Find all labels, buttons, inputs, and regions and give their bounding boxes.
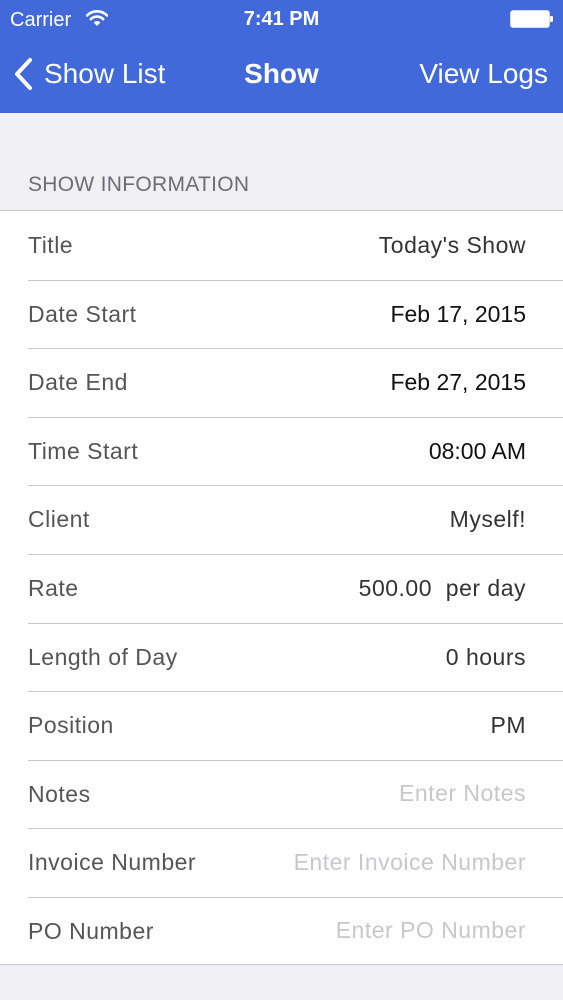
position-row[interactable]: Position PM <box>0 691 563 760</box>
date-start-label: Date Start <box>28 300 137 327</box>
length-of-day-row[interactable]: Length of Day 0 hours <box>0 622 563 692</box>
status-bar: Carrier 7:41 PM <box>0 0 563 38</box>
invoice-number-row: Invoice Number <box>0 828 563 897</box>
po-number-row: PO Number <box>0 896 563 966</box>
notes-input[interactable] <box>226 773 526 814</box>
title-row[interactable]: Title Today's Show <box>0 211 563 280</box>
time-start-row[interactable]: Time Start 08:00 AM <box>0 416 563 486</box>
title-value: Today's Show <box>378 232 526 258</box>
invoice-number-input[interactable] <box>226 842 526 883</box>
section-header: SHOW INFORMATION <box>28 173 250 196</box>
po-number-label: PO Number <box>28 917 154 944</box>
back-button[interactable]: Show List <box>12 54 165 94</box>
title-label: Title <box>28 232 74 258</box>
navigation-bar: Show List Show View Logs <box>0 38 563 113</box>
battery-icon <box>510 10 553 28</box>
client-label: Client <box>28 506 90 533</box>
invoice-number-label: Invoice Number <box>28 849 197 876</box>
show-info-table: Title Today's Show Date Start Feb 17, 20… <box>0 210 563 965</box>
back-button-label: Show List <box>44 58 166 89</box>
time-start-label: Time Start <box>28 437 139 464</box>
date-end-row[interactable]: Date End Feb 27, 2015 <box>0 348 563 417</box>
rate-row[interactable]: Rate 500.00 per day <box>0 553 563 623</box>
notes-row: Notes <box>0 759 563 829</box>
client-value: Myself! <box>449 506 526 533</box>
position-value: PM <box>490 712 526 739</box>
date-end-label: Date End <box>28 369 128 396</box>
position-label: Position <box>28 712 114 739</box>
po-number-input[interactable] <box>226 910 526 951</box>
time-start-value: 08:00 AM <box>428 437 526 464</box>
view-logs-button[interactable]: View Logs <box>419 54 548 94</box>
length-of-day-value: 0 hours <box>445 643 526 670</box>
notes-label: Notes <box>28 780 91 807</box>
chevron-left-icon <box>15 58 32 90</box>
rate-value: 500.00 per day <box>358 574 526 601</box>
length-of-day-label: Length of Day <box>28 643 178 670</box>
status-time: 7:41 PM <box>243 8 320 30</box>
top-bar: Carrier 7:41 PM Show List Show View Logs <box>0 0 563 113</box>
date-end-value: Feb 27, 2015 <box>390 369 526 396</box>
date-start-row[interactable]: Date Start Feb 17, 2015 <box>0 279 563 349</box>
date-start-value: Feb 17, 2015 <box>390 300 526 327</box>
client-row[interactable]: Client Myself! <box>0 485 563 554</box>
rate-label: Rate <box>28 574 79 601</box>
